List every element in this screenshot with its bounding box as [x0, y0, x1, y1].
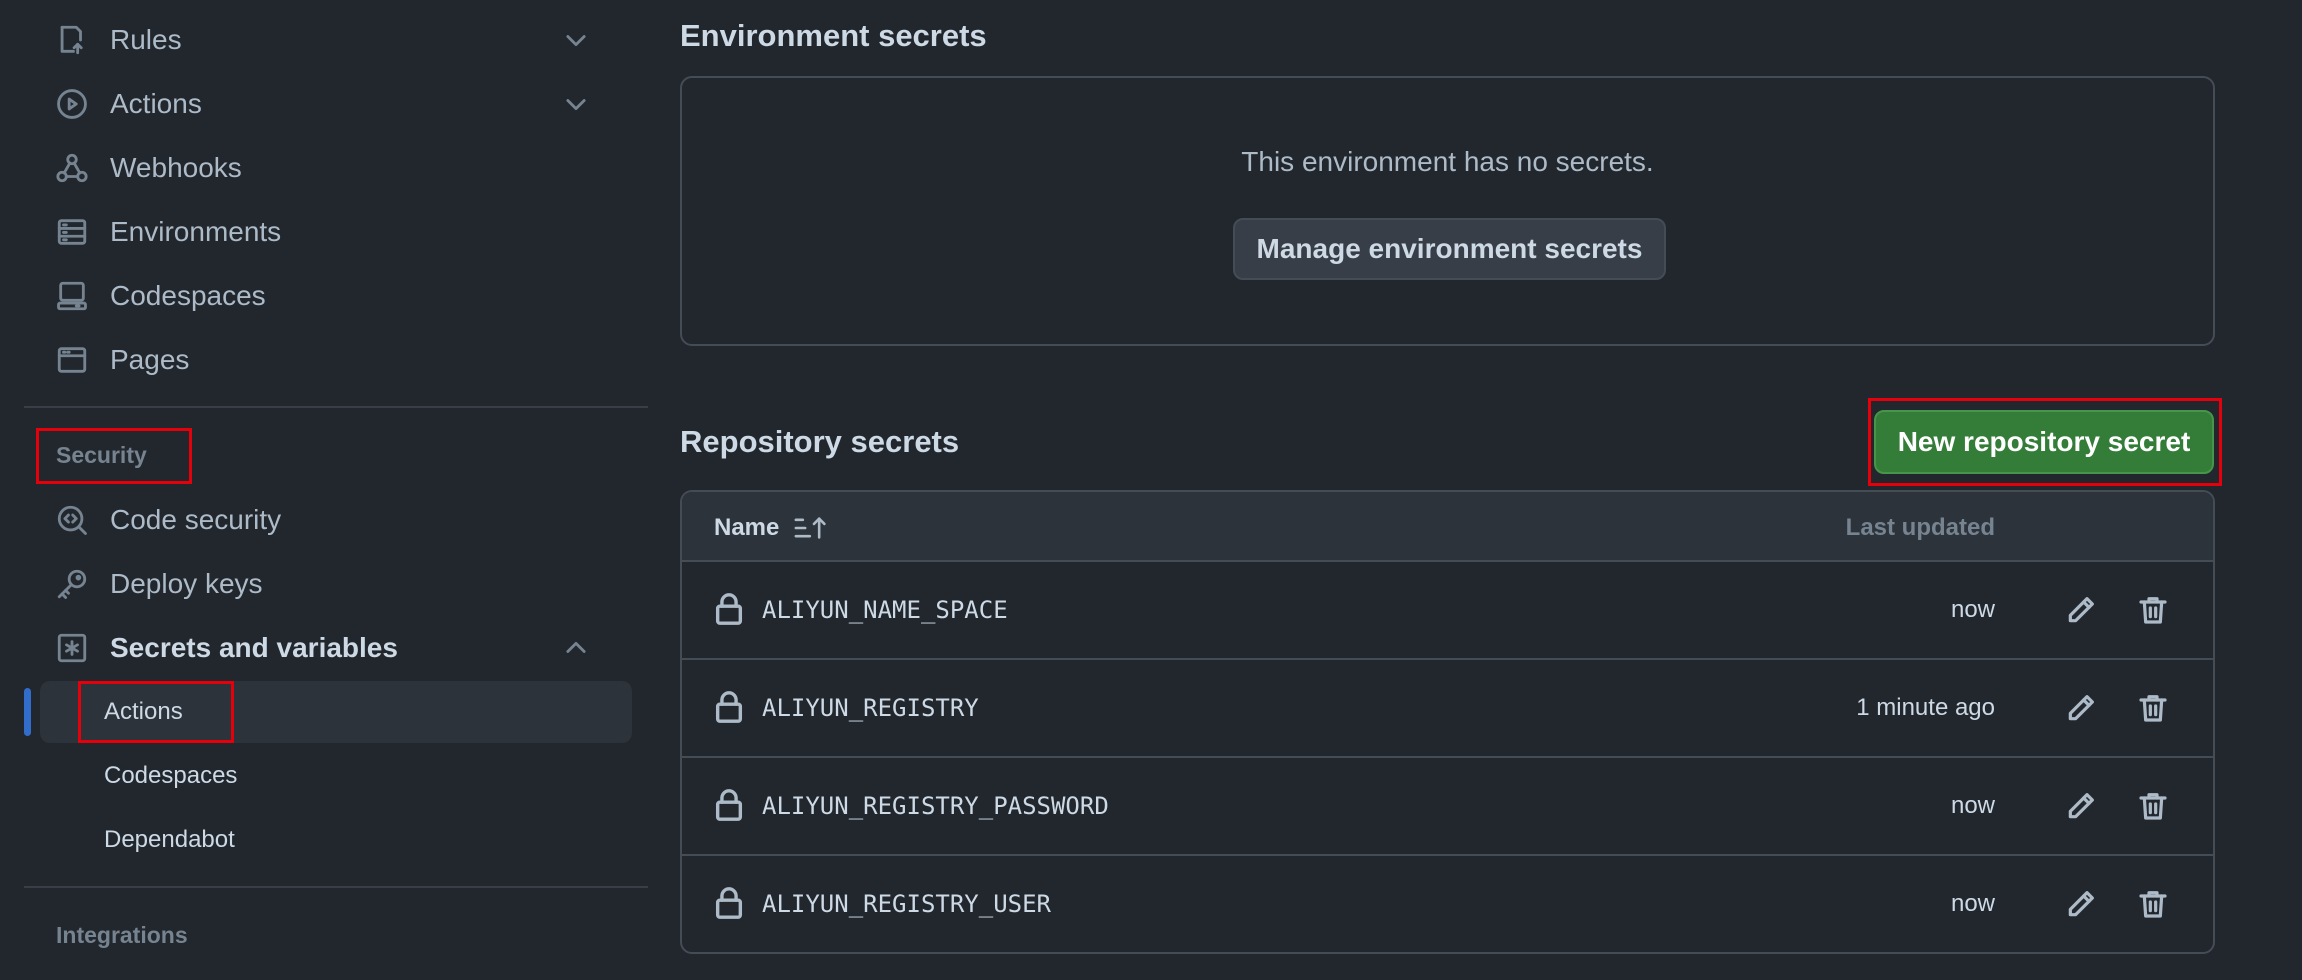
secret-name: ALIYUN_REGISTRY_USER: [762, 890, 1051, 918]
table-row: ALIYUN_REGISTRY_PASSWORD now: [682, 758, 2213, 856]
sidebar-item-label: Environments: [110, 216, 282, 247]
sidebar-item-secrets-and-variables[interactable]: Secrets and variables: [40, 618, 630, 678]
secret-last-updated: now: [1950, 792, 1995, 819]
sidebar-item-label: Secrets and variables: [110, 632, 398, 663]
rules-icon: [54, 22, 90, 58]
codescan-icon: [54, 502, 90, 538]
secret-name: ALIYUN_NAME_SPACE: [762, 596, 1008, 624]
table-header: Name Last updated: [682, 492, 2213, 562]
environment-secrets-panel: This environment has no secrets. Manage …: [680, 76, 2215, 346]
sidebar-subitem-actions[interactable]: Actions: [40, 681, 632, 743]
table-row: ALIYUN_REGISTRY 1 minute ago: [682, 660, 2213, 758]
lock-icon: [714, 592, 744, 626]
secret-name: ALIYUN_REGISTRY: [762, 694, 979, 722]
sidebar-divider: [24, 406, 648, 408]
sidebar-item-rules[interactable]: Rules: [40, 10, 630, 70]
sidebar-item-environments[interactable]: Environments: [40, 202, 630, 262]
codespaces-icon: [54, 278, 90, 314]
secret-last-updated: now: [1950, 596, 1995, 623]
sort-ascending-icon[interactable]: [793, 514, 829, 542]
play-icon: [54, 86, 90, 122]
settings-page: Rules Actions Webhooks Environments Code…: [0, 0, 2302, 980]
sidebar-divider: [24, 886, 648, 888]
trash-icon[interactable]: [2133, 884, 2173, 924]
repository-secrets-table: Name Last updated ALIYUN_NAME_SPACE now …: [680, 490, 2215, 954]
column-header-name: Name: [714, 514, 829, 542]
sidebar-item-label: Webhooks: [110, 152, 242, 183]
repository-secrets-heading: Repository secrets: [680, 424, 960, 459]
column-header-last-updated: Last updated: [1845, 514, 1995, 541]
sidebar-subitem-dependabot[interactable]: Dependabot: [40, 809, 632, 871]
secret-name: ALIYUN_REGISTRY_PASSWORD: [762, 792, 1109, 820]
pencil-icon[interactable]: [2061, 884, 2101, 924]
sidebar-item-label: Actions: [110, 88, 202, 119]
secret-last-updated: now: [1950, 890, 1995, 917]
sidebar-item-codespaces[interactable]: Codespaces: [40, 266, 630, 326]
environment-secrets-heading: Environment secrets: [680, 18, 987, 53]
sidebar-item-actions[interactable]: Actions: [40, 74, 630, 134]
pencil-icon[interactable]: [2061, 786, 2101, 826]
trash-icon[interactable]: [2133, 590, 2173, 630]
sidebar-subitem-label: Codespaces: [104, 762, 238, 789]
asterisk-icon: [54, 630, 90, 666]
sidebar-item-label: Pages: [110, 344, 190, 375]
server-icon: [54, 214, 90, 250]
column-header-name-label: Name: [714, 514, 780, 541]
sidebar-subitem-label: Actions: [104, 698, 183, 725]
integrations-section-heading: Integrations: [56, 922, 188, 948]
active-indicator: [24, 688, 31, 736]
sidebar-item-code-security[interactable]: Code security: [40, 490, 630, 550]
sidebar-item-webhooks[interactable]: Webhooks: [40, 138, 630, 198]
environment-empty-message: This environment has no secrets.: [1241, 146, 1654, 177]
sidebar-item-pages[interactable]: Pages: [40, 330, 630, 390]
sidebar-item-label: Deploy keys: [110, 568, 263, 599]
lock-icon: [714, 886, 744, 920]
sidebar-subitem-codespaces[interactable]: Codespaces: [40, 745, 632, 807]
table-row: ALIYUN_REGISTRY_USER now: [682, 856, 2213, 952]
sidebar-subitem-label: Dependabot: [104, 826, 235, 853]
key-icon: [54, 566, 90, 602]
webhook-icon: [54, 150, 90, 186]
chevron-up-icon[interactable]: [562, 634, 590, 662]
chevron-down-icon[interactable]: [562, 90, 590, 118]
lock-icon: [714, 690, 744, 724]
lock-icon: [714, 788, 744, 822]
browser-icon: [54, 342, 90, 378]
secret-last-updated: 1 minute ago: [1856, 694, 1995, 721]
settings-sidebar: Rules Actions Webhooks Environments Code…: [0, 0, 660, 980]
trash-icon[interactable]: [2133, 786, 2173, 826]
sidebar-item-label: Rules: [110, 24, 182, 55]
chevron-down-icon[interactable]: [562, 26, 590, 54]
table-row: ALIYUN_NAME_SPACE now: [682, 562, 2213, 660]
pencil-icon[interactable]: [2061, 590, 2101, 630]
security-section-heading: Security: [56, 442, 147, 468]
trash-icon[interactable]: [2133, 688, 2173, 728]
manage-environment-secrets-button[interactable]: Manage environment secrets: [1233, 218, 1666, 280]
sidebar-item-deploy-keys[interactable]: Deploy keys: [40, 554, 630, 614]
pencil-icon[interactable]: [2061, 688, 2101, 728]
new-repository-secret-button[interactable]: New repository secret: [1874, 410, 2214, 474]
sidebar-item-label: Code security: [110, 504, 282, 535]
sidebar-item-label: Codespaces: [110, 280, 266, 311]
